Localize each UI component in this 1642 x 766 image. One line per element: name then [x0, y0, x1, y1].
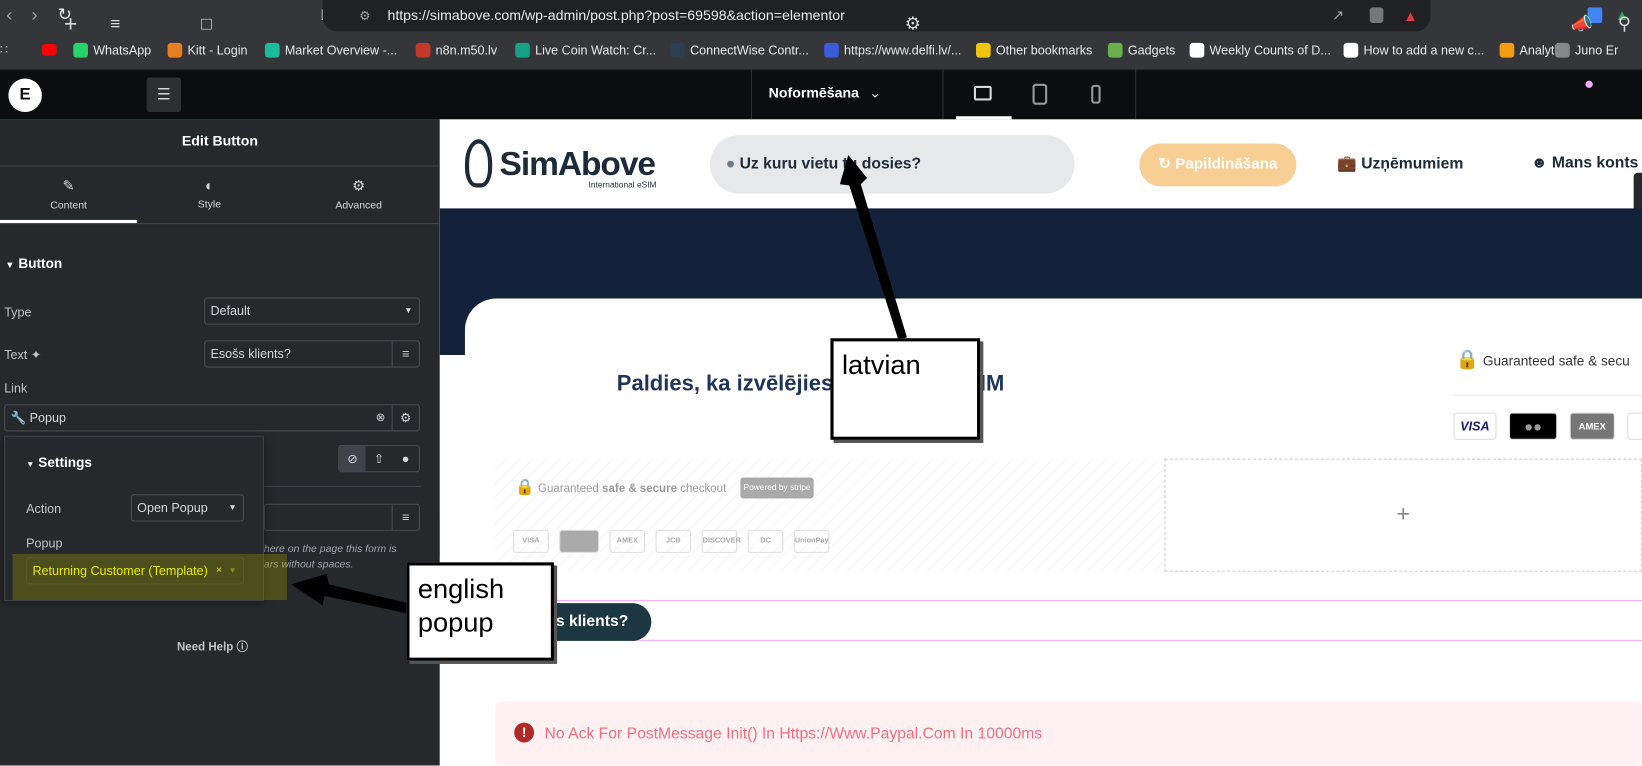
arrow-to-search — [839, 154, 907, 341]
annotation-latvian: latvian — [830, 338, 981, 440]
annotation-arrows — [291, 154, 907, 615]
annotation-english-popup: english popup — [406, 562, 554, 661]
arrow-to-popup — [291, 573, 417, 615]
